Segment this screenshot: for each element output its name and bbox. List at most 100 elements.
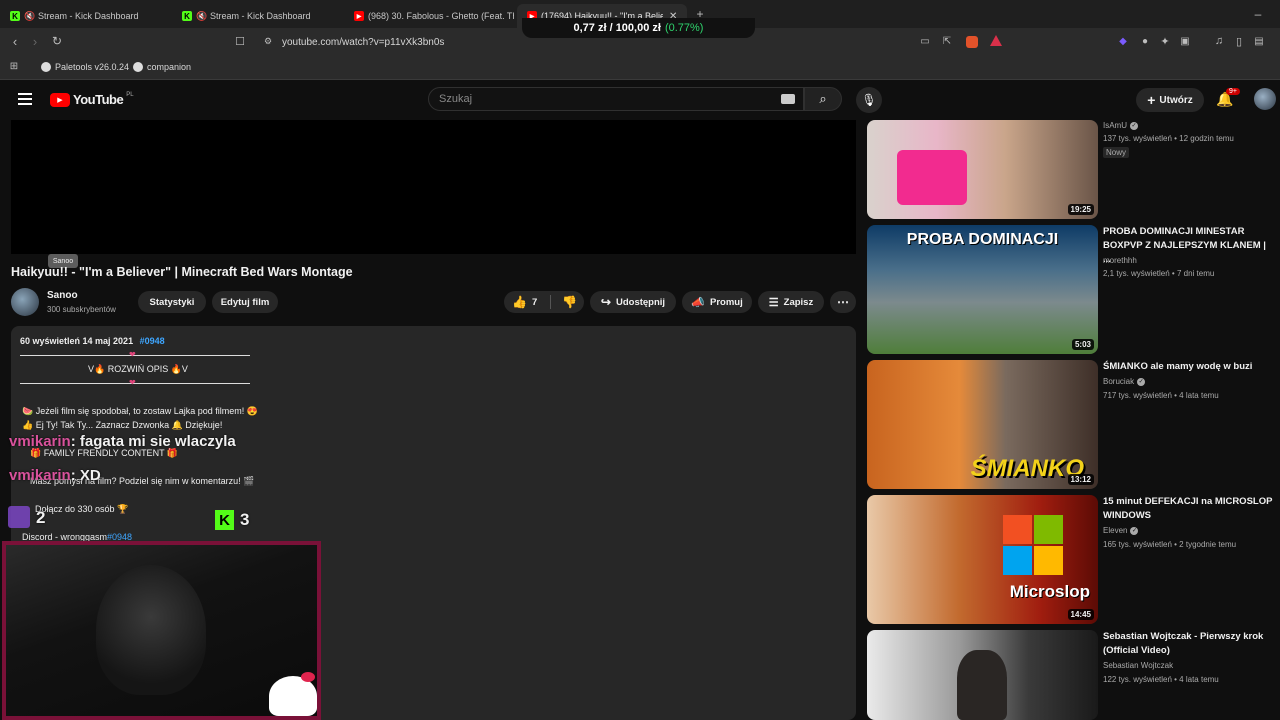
share-label: Udostępnij [615,296,666,308]
youtube-play-icon: ▶ [50,92,70,107]
bookmark-paletools[interactable]: Paletools v26.0.24 [41,59,129,75]
sidebar-video-title[interactable]: ŚMIANKO ale mamy wodę w buzi [1103,360,1275,374]
expand-description[interactable]: V🔥 ROZWIŃ OPIS 🔥V [88,364,188,375]
channel-name: Sebastian Wojtczak [1103,661,1174,670]
keyboard-icon[interactable] [781,94,795,104]
minimize-icon[interactable]: – [1250,6,1266,22]
like-button[interactable]: 👍 7 [512,295,537,309]
menu-icon[interactable] [18,93,32,105]
share-button[interactable]: ↪ Udostępnij [590,291,676,313]
video-thumbnail[interactable] [867,630,1098,720]
tabs-icon[interactable]: ▤ [1252,34,1266,48]
video-thumbnail[interactable]: 19:25 [867,120,1098,219]
video-title: Haikyuu!! - "I'm a Believer" | Minecraft… [11,265,353,279]
bookmark-companion[interactable]: companion [133,59,191,75]
chat-text: : fagata mi sie wlaczyla [70,433,236,450]
music-icon[interactable]: ♫ [1212,34,1226,48]
video-player[interactable] [11,120,856,254]
mute-icon: 🔇 [24,11,36,21]
chat-username: vmikarin [9,467,71,484]
more-icon: ⋯ [837,295,849,309]
video-duration: 14:45 [1067,609,1094,620]
back-icon[interactable]: ‹ [8,34,22,49]
forward-icon[interactable]: › [28,34,42,49]
search-input[interactable]: Szukaj [428,87,804,111]
create-label: Utwórz [1159,94,1193,106]
logo-text: YouTube [73,92,124,107]
chat-message: vmikarin: XD [9,467,101,484]
view-count: 137 tys. wyświetleń [1103,134,1172,143]
description-line: 🍉 Jeżeli film się spodobał, to zostaw La… [22,406,259,416]
thumbnail-text: ŚMIANKO [970,455,1084,482]
sidebar-channel[interactable]: IsAmU ✓ [1103,121,1138,130]
stats-button[interactable]: Statystyki [138,291,206,313]
save-button[interactable]: ☰ Zapisz [758,291,824,313]
sidebar-channel[interactable]: morethhh [1103,256,1137,265]
sidebar-icon[interactable]: ▯ [1232,34,1246,48]
tab-title: (968) 30. Fabolous - Ghetto (Feat. Th [368,11,514,21]
bookmarks-bar: ⊞ [0,56,1280,80]
region-code: PL [126,91,134,98]
video-thumbnail[interactable]: Microslop 14:45 [867,495,1098,624]
save-label: Zapisz [783,296,814,308]
browser-tab[interactable]: K 🔇 Stream - Kick Dashboard [0,4,170,28]
like-dislike-group: 👍 7 👎 [504,291,584,313]
browser-tab[interactable]: K 🔇 Stream - Kick Dashboard [172,4,342,28]
search-button[interactable]: ⌕ [804,87,842,111]
browser-tab[interactable]: ▶ (968) 30. Fabolous - Ghetto (Feat. Th [344,4,514,28]
create-button[interactable]: + Utwórz [1136,88,1204,112]
voice-search-button[interactable]: 🎙 [856,87,882,113]
subscriber-count: 300 subskrybentów [47,305,116,314]
description-line: Dołącz do 330 osób 🏆 [35,504,129,514]
share-arrow-icon: ↪ [600,295,611,309]
chat-text: : XD [70,467,101,484]
sidebar-video-title[interactable]: Sebastian Wojtczak - Pierwszy krok (Offi… [1103,630,1275,658]
thumbs-up-icon: 👍 [512,295,527,309]
megaphone-icon: 📣 [691,296,705,309]
sidebar-meta: 122 tys. wyświetleń • 4 lata temu [1103,675,1219,684]
tab-title: Stream - Kick Dashboard [210,11,311,21]
upload-age: 2 tygodnie temu [1179,540,1237,549]
thumbnail-art [897,150,967,205]
youtube-logo[interactable]: ▶ YouTube PL [50,92,134,107]
globe-icon [41,62,51,72]
extension-icon[interactable]: ◆ [1116,34,1130,48]
new-badge: Nowy [1103,147,1130,158]
sidebar-video-title[interactable]: 15 minut DEFEKACJI na MICROSLOP WINDOWS [1103,495,1275,523]
more-actions-button[interactable]: ⋯ [830,291,856,313]
wallet-icon[interactable]: ▣ [1178,34,1192,48]
apps-grid-icon[interactable]: ⊞ [8,60,20,72]
sidebar-meta: 2,1 tys. wyświetleń • 7 dni temu [1103,269,1215,278]
video-thumbnail[interactable]: ŚMIANKO 13:12 [867,360,1098,489]
edit-video-button[interactable]: Edytuj film [212,291,278,313]
kick-icon: K [215,510,234,530]
price-value: 0,77 zł / 100,00 zł [573,22,661,34]
sidebar-channel[interactable]: Boruciak ✓ [1103,377,1146,386]
channel-name[interactable]: Sanoo [47,290,78,301]
streamer-silhouette [96,565,206,695]
bookmark-icon[interactable]: ☐ [233,34,247,48]
chat-username: vmikarin [9,433,71,450]
reload-icon[interactable]: ↻ [50,34,64,48]
video-thumbnail[interactable]: PROBA DOMINACJI 5:03 [867,225,1098,354]
bookmark-label: Paletools v26.0.24 [55,62,130,72]
account-avatar[interactable] [1254,88,1276,110]
upload-age: 4 lata temu [1179,391,1219,400]
notifications-badge: 9+ [1226,88,1240,95]
channel-name: morethhh [1103,256,1137,265]
sidebar-channel[interactable]: Sebastian Wojtczak [1103,661,1173,670]
kick-icon: K [182,11,192,21]
channel-avatar[interactable] [11,288,39,316]
thumbs-down-icon[interactable]: 👎 [562,295,577,309]
extension-icon[interactable]: ● [1138,34,1152,48]
sidebar-meta: 165 tys. wyświetleń • 2 tygodnie temu [1103,540,1237,549]
upload-age: 7 dni temu [1176,269,1215,278]
video-duration: 13:12 [1067,474,1094,485]
search-placeholder: Szukaj [439,93,473,105]
promote-button[interactable]: 📣 Promuj [682,291,752,313]
bow-icon [301,672,315,682]
hashtag-link[interactable]: #0948 [140,336,165,346]
views-date: 60 wyświetleń 14 maj 2021 [20,336,134,346]
sidebar-channel[interactable]: Eleven ✓ [1103,526,1139,535]
extensions-puzzle-icon[interactable]: ✦ [1158,34,1172,48]
